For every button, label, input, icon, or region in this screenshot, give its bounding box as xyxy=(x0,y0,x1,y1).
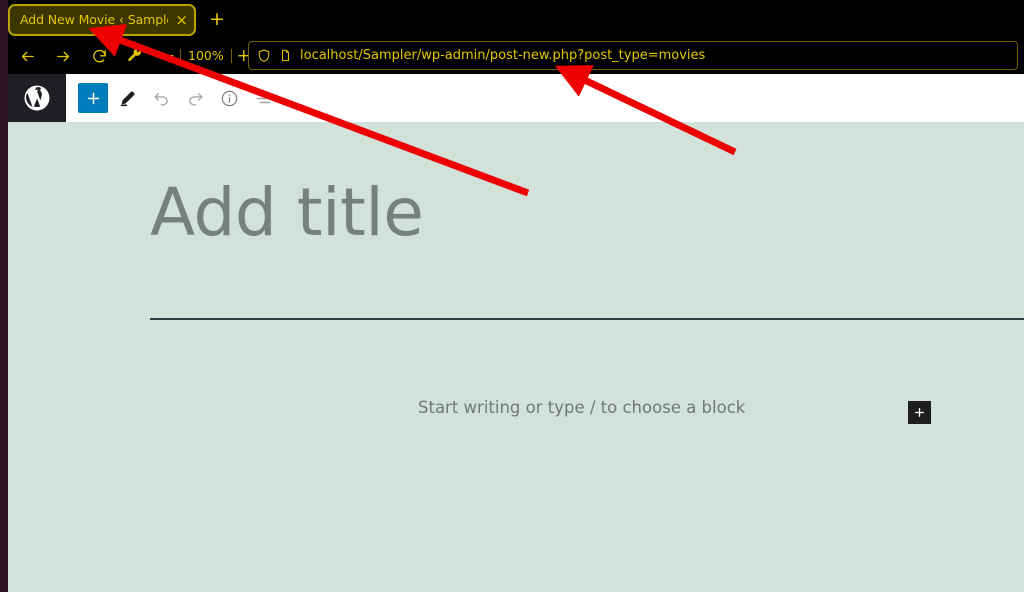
info-icon[interactable] xyxy=(214,83,244,113)
page-icon[interactable] xyxy=(279,48,292,63)
url-text: localhost/Sampler/wp-admin/post-new.php?… xyxy=(300,49,706,62)
redo-icon[interactable] xyxy=(180,83,210,113)
wordpress-block-editor: Add title Start writing or type / to cho… xyxy=(8,74,1024,592)
shield-icon[interactable] xyxy=(257,48,271,63)
tab-close-icon[interactable]: × xyxy=(173,12,188,28)
add-block-button[interactable] xyxy=(78,83,108,113)
editor-canvas[interactable]: Add title Start writing or type / to cho… xyxy=(8,122,1024,592)
reload-icon[interactable] xyxy=(84,41,114,71)
window-edge-strip xyxy=(0,0,8,592)
browser-window: Add New Movie ‹ Sampler — × + xyxy=(0,0,1024,592)
new-tab-button[interactable]: + xyxy=(205,7,229,31)
block-appender-button[interactable] xyxy=(908,401,931,424)
wrench-icon[interactable] xyxy=(120,41,150,71)
zoom-level-label[interactable]: 100% xyxy=(183,49,229,63)
pencil-tool-icon[interactable] xyxy=(112,83,142,113)
browser-chrome: Add New Movie ‹ Sampler — × + xyxy=(0,0,1024,74)
title-divider xyxy=(150,318,1024,320)
editor-header-toolbar xyxy=(8,74,1024,122)
zoom-out-button[interactable]: − xyxy=(158,43,178,69)
wordpress-logo[interactable] xyxy=(8,74,66,122)
url-bar[interactable]: localhost/Sampler/wp-admin/post-new.php?… xyxy=(248,41,1018,70)
block-placeholder-text[interactable]: Start writing or type / to choose a bloc… xyxy=(418,399,745,417)
tab-title: Add New Movie ‹ Sampler — xyxy=(20,13,168,27)
post-title-input[interactable]: Add title xyxy=(150,178,424,248)
zoom-control-group: − 100% + xyxy=(158,43,254,69)
forward-icon[interactable] xyxy=(48,41,78,71)
undo-icon[interactable] xyxy=(146,83,176,113)
back-icon[interactable] xyxy=(12,41,42,71)
browser-tab[interactable]: Add New Movie ‹ Sampler — × xyxy=(8,4,196,36)
zoom-divider-right xyxy=(230,49,232,63)
zoom-divider-left xyxy=(180,49,181,63)
list-view-icon[interactable] xyxy=(248,83,278,113)
editor-tools-group xyxy=(78,83,278,113)
tab-strip: Add New Movie ‹ Sampler — × + xyxy=(0,0,1024,38)
